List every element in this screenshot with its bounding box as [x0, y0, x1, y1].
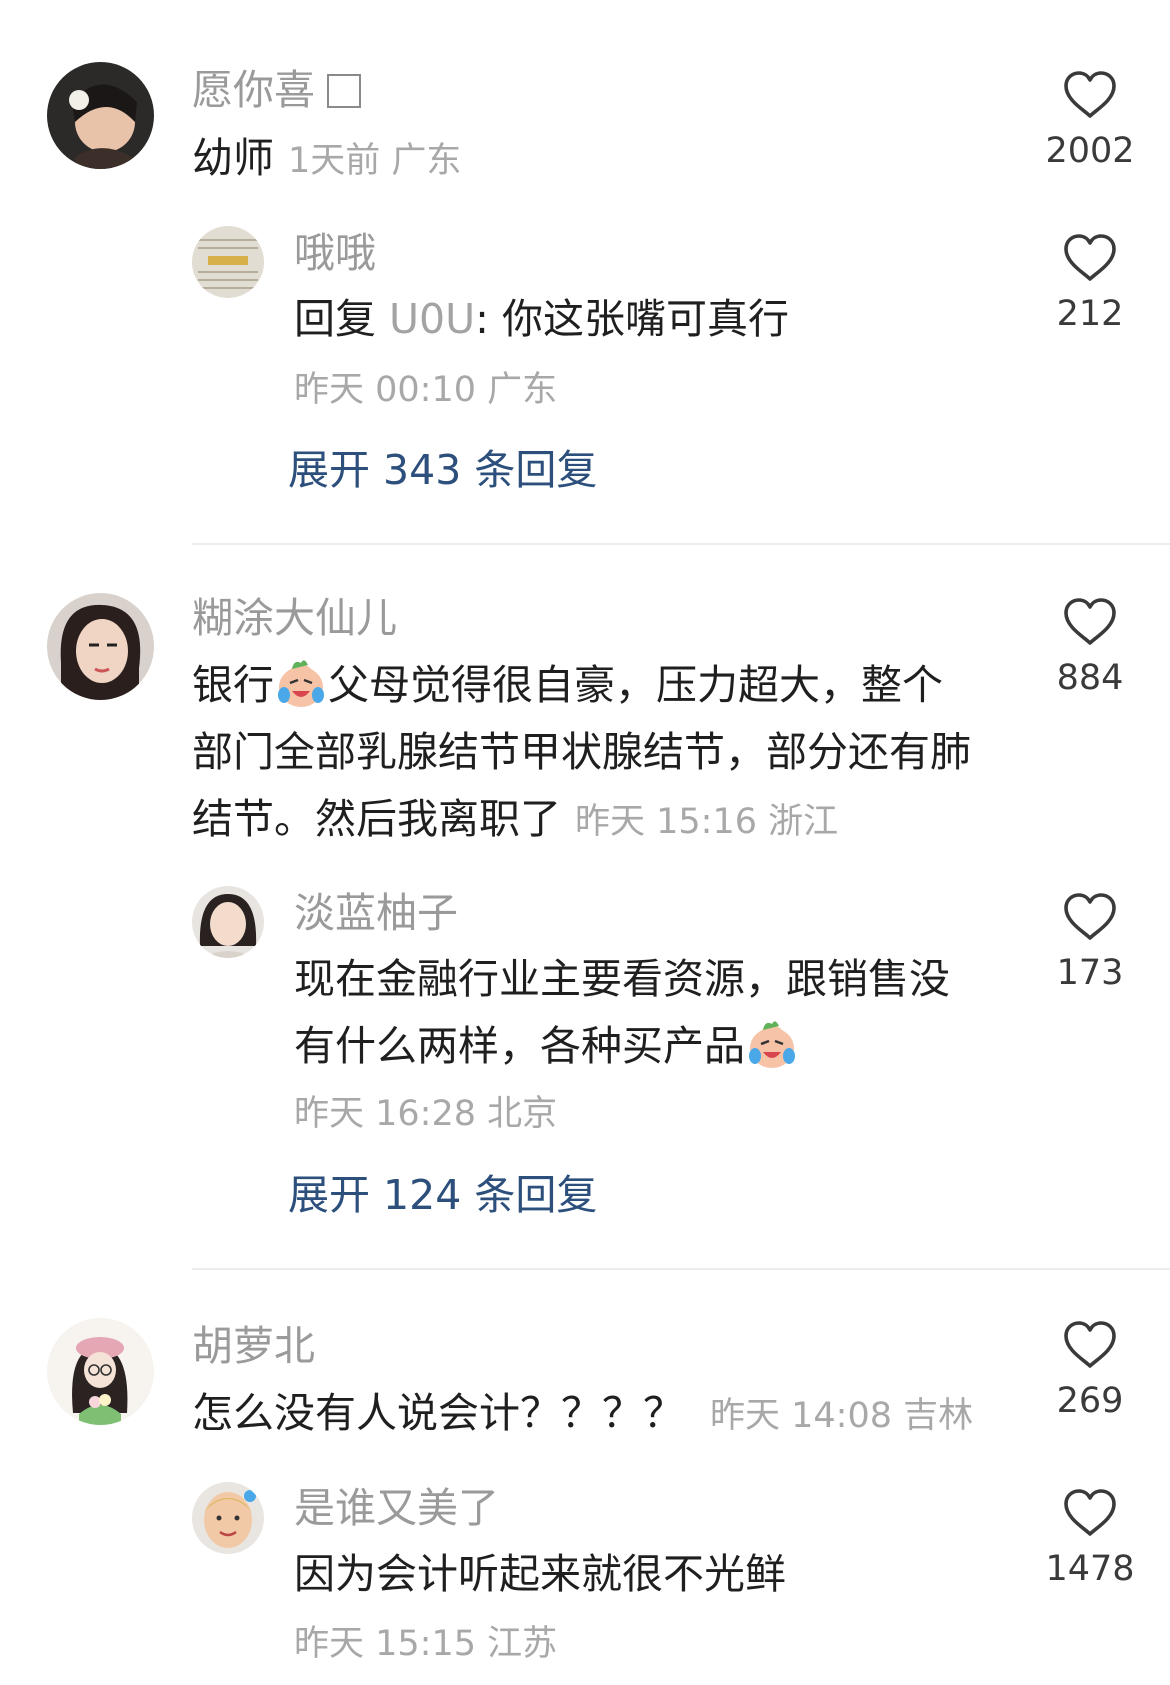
heart-outline-icon [1062, 233, 1118, 283]
replier-name[interactable]: 是谁又美了 [294, 1488, 499, 1529]
commenter-name[interactable]: 糊涂大仙儿 [192, 598, 397, 639]
replier-name[interactable]: 淡蓝柚子 [294, 893, 458, 934]
commenter-name[interactable]: 胡萝北 [192, 1326, 315, 1367]
heart-outline-icon [1062, 70, 1118, 120]
reply-meta: 昨天 00:10 广东 [294, 370, 558, 410]
comment-text-line-2: 部门全部乳腺结节甲状腺结节，部分还有肺 [192, 728, 971, 776]
reply-avatar[interactable] [192, 886, 264, 958]
like-button[interactable]: 269 [1030, 1320, 1150, 1419]
empty-square-icon [327, 74, 361, 108]
reply-avatar[interactable] [192, 1482, 264, 1554]
divider [192, 1268, 1170, 1270]
like-button[interactable]: 212 [1030, 233, 1150, 332]
like-count: 212 [1056, 294, 1124, 334]
like-count: 1478 [1045, 1549, 1135, 1589]
heart-outline-icon [1062, 892, 1118, 942]
avatar[interactable] [47, 593, 154, 700]
reply-text-line-1: 现在金融行业主要看资源，跟销售没 [294, 955, 950, 1003]
comment-meta: 昨天 14:08 吉林 [710, 1396, 974, 1436]
comment-meta: 昨天 15:16 浙江 [575, 802, 839, 842]
reply-meta: 昨天 16:28 北京 [294, 1094, 558, 1134]
like-count: 269 [1056, 1381, 1124, 1421]
commenter-name[interactable]: 愿你喜 [192, 70, 361, 111]
like-button[interactable]: 1478 [1030, 1488, 1150, 1587]
reply-text-line-2: 有什么两样，各种买产品 [294, 1013, 799, 1080]
divider [192, 543, 1170, 545]
heart-outline-icon [1062, 1320, 1118, 1370]
expand-replies-button[interactable]: 展开 343 条回复 [288, 450, 597, 491]
reply-avatar[interactable] [192, 226, 264, 298]
comment-text: 幼师 1天前 广东 [192, 134, 462, 182]
crying-laughing-emoji [745, 1016, 799, 1070]
like-button[interactable]: 173 [1030, 892, 1150, 991]
avatar[interactable] [47, 62, 154, 169]
comment-text: 怎么没有人说会计？？？？ 昨天 14:08 吉林 [192, 1389, 974, 1437]
like-count: 884 [1056, 658, 1124, 698]
heart-outline-icon [1062, 597, 1118, 647]
reply-text: 因为会计听起来就很不光鲜 [294, 1550, 786, 1598]
reply-text: 回复 U0U: 你这张嘴可真行 [294, 295, 790, 343]
avatar[interactable] [47, 1318, 154, 1425]
heart-outline-icon [1062, 1488, 1118, 1538]
like-button[interactable]: 2002 [1030, 70, 1150, 169]
comment-text-line-1: 银行 父母觉得很自豪，压力超大，整个 [192, 652, 943, 719]
comment-text-line-3: 结节。然后我离职了 昨天 15:16 浙江 [192, 795, 839, 843]
reply-target-name[interactable]: U0U [389, 295, 475, 343]
reply-meta: 昨天 15:15 江苏 [294, 1624, 558, 1664]
like-button[interactable]: 884 [1030, 597, 1150, 696]
like-count: 173 [1056, 953, 1124, 993]
comment-meta: 1天前 广东 [288, 141, 462, 181]
expand-replies-button[interactable]: 展开 124 条回复 [288, 1175, 597, 1216]
replier-name[interactable]: 哦哦 [294, 233, 376, 274]
crying-laughing-emoji [274, 655, 328, 709]
like-count: 2002 [1045, 131, 1135, 171]
